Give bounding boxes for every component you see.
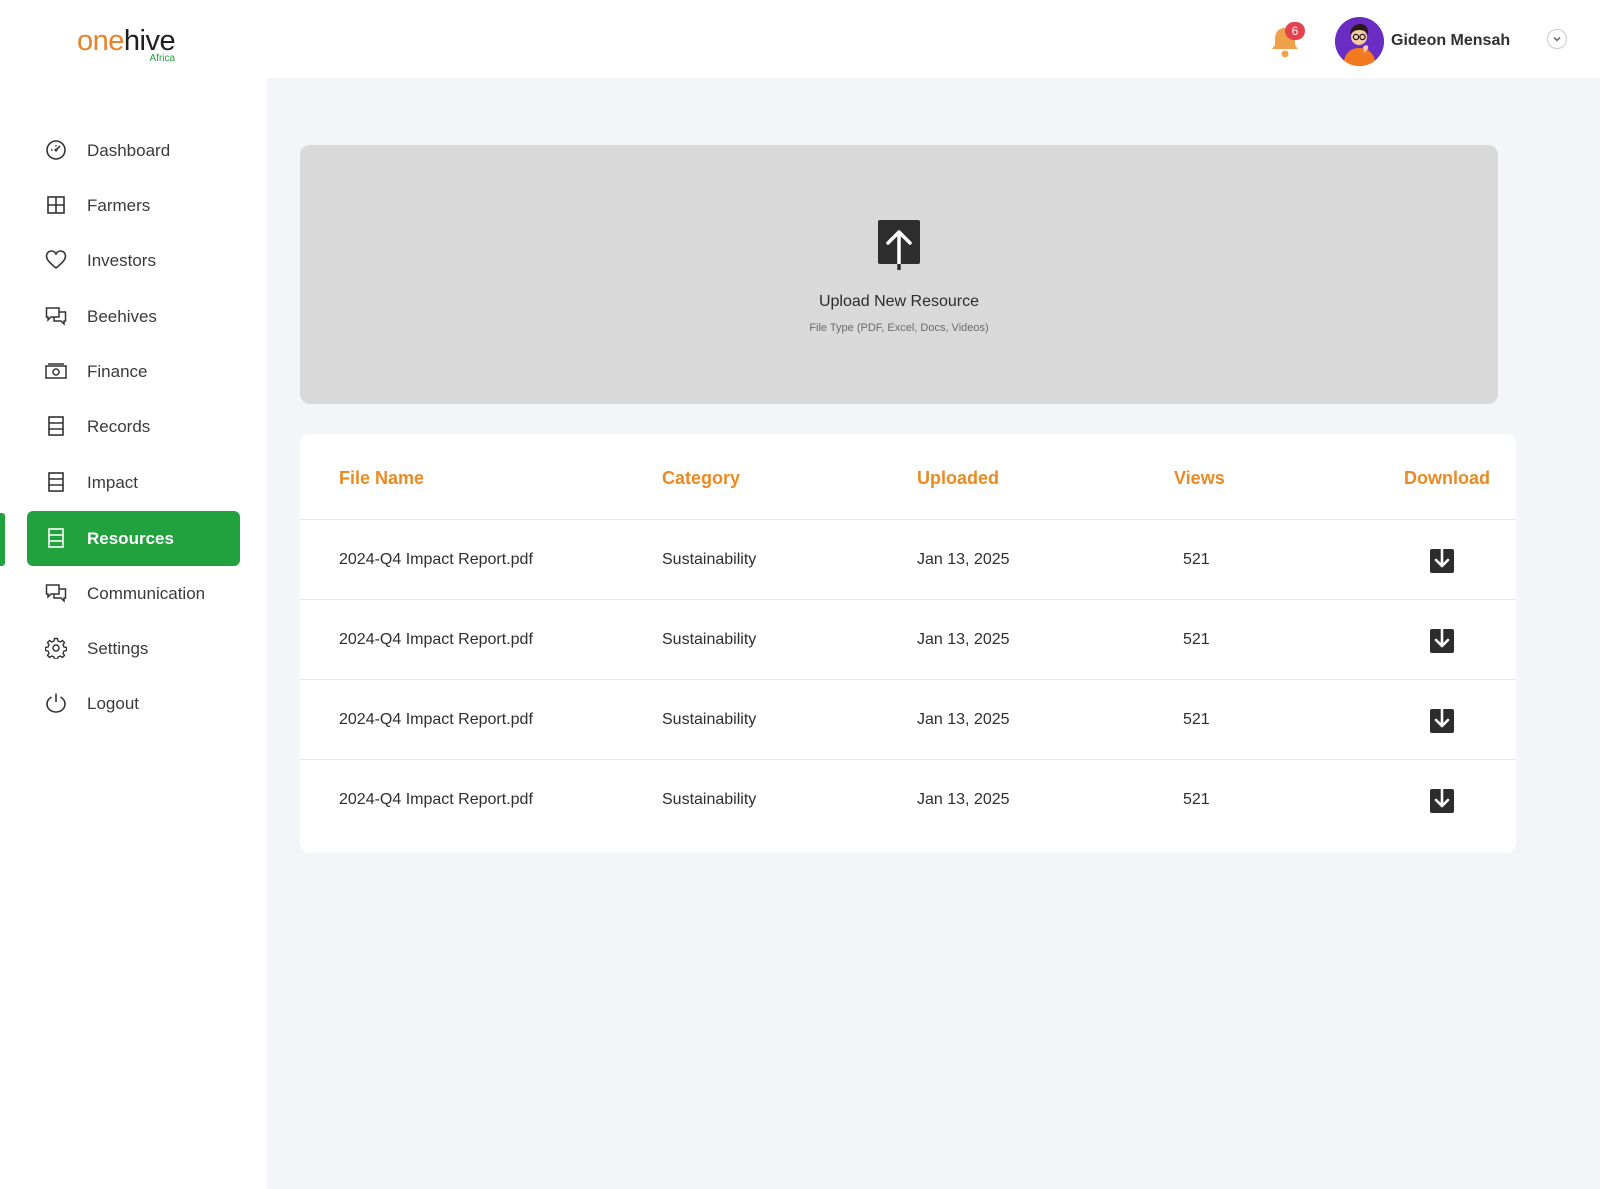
chevron-down-icon[interactable] — [1547, 29, 1567, 49]
column-header-views[interactable]: Views — [1174, 468, 1225, 489]
uploaded-date-cell: Jan 13, 2025 — [917, 631, 1010, 648]
heart-icon — [45, 249, 67, 271]
file-name-cell[interactable]: 2024-Q4 Impact Report.pdf — [339, 711, 533, 729]
sidebar-item-settings[interactable]: Settings — [27, 621, 240, 676]
uploaded-date-cell: Jan 13, 2025 — [917, 791, 1010, 808]
column-header-file-name[interactable]: File Name — [339, 468, 424, 489]
sidebar-item-label: Investors — [87, 251, 156, 270]
money-icon — [45, 360, 67, 382]
avatar[interactable] — [1335, 17, 1384, 66]
sidebar-item-farmers[interactable]: Farmers — [27, 178, 240, 233]
notification-count-badge: 6 — [1285, 22, 1305, 40]
sidebar-item-label: Farmers — [87, 196, 151, 215]
download-icon[interactable] — [1430, 545, 1454, 573]
sidebar-item-label: Dashboard — [87, 141, 171, 160]
table-row[interactable]: 2024-Q4 Impact Report.pdf Sustainability… — [300, 519, 1516, 599]
sidebar-item-impact[interactable]: Impact — [27, 455, 240, 510]
file-name-cell[interactable]: 2024-Q4 Impact Report.pdf — [339, 631, 533, 649]
upload-icon — [878, 220, 920, 270]
sidebar-item-label: Resources — [87, 529, 174, 548]
logo-wordmark: onehive — [77, 25, 176, 57]
views-cell: 521 — [1183, 551, 1210, 568]
uploaded-date-cell: Jan 13, 2025 — [917, 551, 1010, 568]
uploaded-date-cell: Jan 13, 2025 — [917, 711, 1010, 728]
top-bar: onehive Africa 6 Gideon Mensah — [0, 0, 1600, 78]
views-cell: 521 — [1183, 711, 1210, 728]
sidebar-item-label: Communication — [87, 584, 206, 603]
gear-icon — [44, 637, 68, 660]
upload-resource-dropzone[interactable]: Upload New Resource File Type (PDF, Exce… — [300, 145, 1498, 404]
sidebar-item-label: Beehives — [87, 307, 157, 326]
views-cell: 521 — [1183, 631, 1210, 648]
chat-icon — [45, 305, 67, 327]
sidebar-item-label: Finance — [87, 362, 148, 381]
active-nav-marker — [0, 513, 5, 566]
column-header-download: Download — [1404, 468, 1490, 488]
document-icon — [45, 415, 67, 437]
table-row[interactable]: 2024-Q4 Impact Report.pdf Sustainability… — [300, 759, 1516, 839]
sidebar: Dashboard Farmers Investors Beehives Fin… — [0, 78, 267, 1189]
column-header-category[interactable]: Category — [662, 468, 740, 489]
power-icon — [45, 692, 67, 714]
brand-logo[interactable]: onehive Africa — [77, 25, 176, 64]
views-cell: 521 — [1183, 791, 1210, 808]
logo-subtitle: Africa — [149, 53, 176, 64]
sidebar-item-beehives[interactable]: Beehives — [27, 289, 240, 344]
document-icon — [45, 471, 67, 493]
table-row[interactable]: 2024-Q4 Impact Report.pdf Sustainability… — [300, 599, 1516, 679]
document-icon — [45, 527, 67, 549]
category-cell: Sustainability — [662, 711, 757, 728]
resources-table: File Name Category Uploaded Views Downlo… — [300, 434, 1516, 853]
download-icon[interactable] — [1430, 785, 1454, 813]
category-cell: Sustainability — [662, 631, 757, 648]
dashboard-icon — [45, 139, 67, 161]
download-icon[interactable] — [1430, 625, 1454, 653]
upload-title: Upload New Resource — [818, 293, 980, 310]
upload-file-types: File Type (PDF, Excel, Docs, Videos) — [809, 322, 989, 334]
sidebar-item-label: Logout — [87, 694, 139, 713]
column-header-uploaded[interactable]: Uploaded — [917, 468, 999, 489]
file-name-cell[interactable]: 2024-Q4 Impact Report.pdf — [339, 551, 533, 569]
sidebar-item-resources[interactable]: Resources — [27, 511, 240, 566]
download-icon[interactable] — [1430, 705, 1454, 733]
sidebar-item-label: Records — [87, 417, 151, 436]
sidebar-item-records[interactable]: Records — [27, 399, 240, 454]
chat-icon — [45, 582, 67, 604]
table-row[interactable]: 2024-Q4 Impact Report.pdf Sustainability… — [300, 679, 1516, 759]
file-name-cell[interactable]: 2024-Q4 Impact Report.pdf — [339, 791, 533, 809]
sidebar-item-logout[interactable]: Logout — [27, 676, 240, 731]
grid-icon — [45, 194, 67, 216]
sidebar-item-investors[interactable]: Investors — [27, 233, 240, 288]
category-cell: Sustainability — [662, 791, 757, 808]
category-cell: Sustainability — [662, 551, 757, 568]
sidebar-item-communication[interactable]: Communication — [27, 566, 240, 621]
sidebar-item-label: Impact — [87, 473, 139, 492]
user-name[interactable]: Gideon Mensah — [1391, 32, 1510, 50]
sidebar-item-label: Settings — [87, 639, 149, 658]
logo-part-one: one — [77, 25, 124, 57]
sidebar-item-finance[interactable]: Finance — [27, 344, 240, 399]
sidebar-item-dashboard[interactable]: Dashboard — [27, 123, 240, 178]
